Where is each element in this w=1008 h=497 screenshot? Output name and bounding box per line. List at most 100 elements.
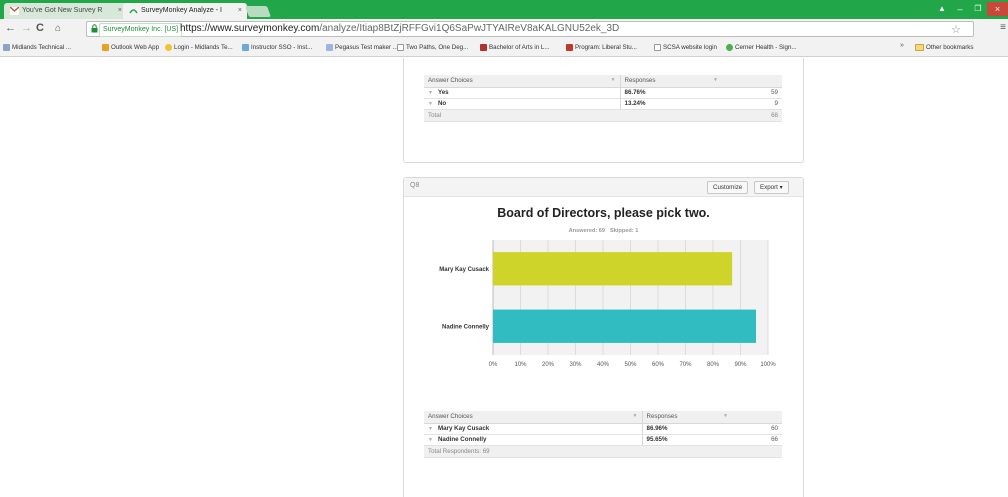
home-icon[interactable]: ⌂: [55, 22, 61, 35]
answer-cell[interactable]: ▼ Yes: [424, 87, 620, 99]
table-header-row: Answer Choices ▼ Responses ▼: [424, 411, 782, 424]
folder-icon: [915, 44, 924, 51]
url-path: /analyze/Itiap8BtZjRFFGvi1Q6SaPwJTYAIReV…: [319, 23, 620, 34]
site-identity-badge[interactable]: SurveyMonkey Inc. [US]: [99, 23, 183, 37]
expand-caret-icon[interactable]: ▼: [428, 426, 433, 432]
url-host: https://www.surveymonkey.com: [180, 23, 320, 34]
prev-question-card: Answer Choices ▼ Responses ▼ ▼ Yes 86.76% 5…: [403, 58, 804, 163]
cerner-icon: [726, 44, 733, 51]
sort-caret-icon[interactable]: ▼: [611, 77, 616, 83]
count-cell: 59: [722, 87, 782, 99]
x-tick-label: 60%: [652, 362, 665, 368]
answer-cell[interactable]: ▼ Nadine Connelly: [424, 434, 642, 446]
bookmark-site-icon: [480, 44, 487, 51]
bookmark-item[interactable]: SCSA website login: [654, 42, 717, 54]
pegasus-icon: [326, 44, 333, 51]
table-row: ▼ No 13.24% 9: [424, 98, 782, 110]
count-cell: 66: [732, 434, 782, 446]
x-tick-label: 10%: [514, 362, 527, 368]
table-row: ▼ Nadine Connelly 95.65% 66: [424, 434, 782, 446]
address-bar: ← → C ⌂ SurveyMonkey Inc. [US] https://w…: [0, 19, 1008, 39]
count-cell: 9: [722, 98, 782, 110]
tab-survey-email[interactable]: You've Got New Survey R ×: [4, 3, 127, 19]
sort-caret-icon[interactable]: ▼: [723, 413, 728, 419]
x-tick-label: 100%: [760, 362, 776, 368]
col-answer-choices[interactable]: Answer Choices ▼: [424, 411, 642, 424]
category-label: Nadine Connelly: [442, 324, 490, 330]
percent-cell: 95.65%: [641, 434, 732, 446]
bookmark-item[interactable]: Two Paths, One Deg...: [397, 42, 468, 54]
bookmark-item[interactable]: Bachelor of Arts in L...: [480, 42, 550, 54]
col-answer-choices[interactable]: Answer Choices ▼: [424, 75, 620, 88]
user-icon[interactable]: ▲: [933, 2, 951, 16]
sort-caret-icon[interactable]: ▼: [713, 77, 718, 83]
percent-cell: 86.96%: [641, 423, 732, 435]
bar-chart: 0% 10% 20% 30% 40% 50% 60% 70% 80% 90% 100% Mary Ka…: [439, 240, 776, 368]
x-tick-label: 80%: [707, 362, 720, 368]
star-bookmark-icon: [165, 44, 172, 51]
x-tick-label: 30%: [569, 362, 582, 368]
instructure-icon: [242, 44, 249, 51]
close-window-button[interactable]: ×: [987, 2, 1008, 16]
bookmark-item[interactable]: Program: Liberal Stu...: [566, 42, 637, 54]
response-table: Answer Choices ▼ Responses ▼ ▼ Mary Kay Cus…: [424, 411, 782, 458]
bookmark-item[interactable]: Login - Midlands Te...: [165, 42, 233, 54]
lock-icon: [91, 24, 98, 33]
total-value: 68: [722, 109, 782, 122]
x-tick-label: 0%: [489, 362, 498, 368]
bookmark-item[interactable]: Pegasus Test maker ...: [326, 42, 398, 54]
total-label: Total: [424, 109, 620, 122]
gmail-icon: [10, 7, 19, 15]
percent-cell: 13.24%: [619, 98, 722, 110]
answer-cell[interactable]: ▼ Mary Kay Cusack: [424, 423, 642, 435]
back-arrow-icon[interactable]: ←: [5, 22, 16, 35]
browser-titlebar: You've Got New Survey R × SurveyMonkey A…: [0, 0, 1008, 19]
col-count: [732, 411, 782, 424]
bookmark-site-icon: [566, 44, 573, 51]
x-tick-label: 40%: [597, 362, 610, 368]
page-icon: [397, 44, 404, 51]
bookmark-item[interactable]: Instructor SSO - Inst...: [242, 42, 312, 54]
expand-caret-icon[interactable]: ▼: [428, 437, 433, 443]
restore-button[interactable]: ❐: [969, 2, 987, 16]
col-responses[interactable]: Responses ▼: [641, 411, 732, 424]
other-bookmarks-folder[interactable]: Other bookmarks: [913, 42, 973, 54]
outlook-icon: [102, 44, 109, 51]
chrome-menu-icon[interactable]: ≡: [1000, 22, 1006, 33]
page-icon: [654, 44, 661, 51]
table-footer-row: Total Respondents: 69: [424, 445, 782, 458]
question-card-q8: Q8 Customize Export ▾ Board of Directors…: [403, 177, 804, 497]
x-tick-label: 50%: [624, 362, 637, 368]
url-input[interactable]: SurveyMonkey Inc. [US] https://www.surve…: [86, 21, 974, 37]
bookmark-item[interactable]: Midlands Technical ...: [3, 42, 71, 54]
bar: [493, 309, 757, 343]
bookmark-item[interactable]: Cerner Health - Sign...: [726, 42, 797, 54]
x-tick-label: 70%: [679, 362, 692, 368]
sort-caret-icon[interactable]: ▼: [633, 413, 638, 419]
bookmark-star-icon[interactable]: ☆: [951, 23, 961, 36]
count-cell: 60: [732, 423, 782, 435]
surveymonkey-icon: [129, 9, 138, 14]
expand-caret-icon[interactable]: ▼: [428, 90, 433, 96]
tab-surveymonkey-analyze[interactable]: SurveyMonkey Analyze - I ×: [123, 3, 247, 19]
close-tab-icon[interactable]: ×: [118, 3, 122, 19]
answer-cell[interactable]: ▼ No: [424, 98, 620, 110]
total-respondents: Total Respondents: 69: [424, 445, 782, 458]
bookmarks-bar: Midlands Technical ... Outlook Web App L…: [0, 39, 1008, 57]
close-tab-icon[interactable]: ×: [238, 3, 242, 19]
x-tick-label: 90%: [734, 362, 747, 368]
bookmark-item[interactable]: Outlook Web App: [102, 42, 159, 54]
bar: [493, 252, 733, 286]
col-responses[interactable]: Responses ▼: [619, 75, 722, 88]
forward-arrow-icon[interactable]: →: [21, 22, 32, 35]
tab-label: You've Got New Survey R: [22, 7, 103, 14]
reload-icon[interactable]: C: [36, 22, 44, 35]
expand-caret-icon[interactable]: ▼: [428, 101, 433, 107]
col-count: [722, 75, 782, 88]
minimize-button[interactable]: –: [951, 2, 969, 16]
new-tab-button[interactable]: [244, 6, 272, 17]
tab-label: SurveyMonkey Analyze - I: [141, 7, 222, 14]
bookmarks-overflow-button[interactable]: »: [900, 42, 904, 49]
prev-response-table: Answer Choices ▼ Responses ▼ ▼ Yes 86.76% 5…: [424, 75, 782, 122]
table-row: ▼ Mary Kay Cusack 86.96% 60: [424, 423, 782, 435]
